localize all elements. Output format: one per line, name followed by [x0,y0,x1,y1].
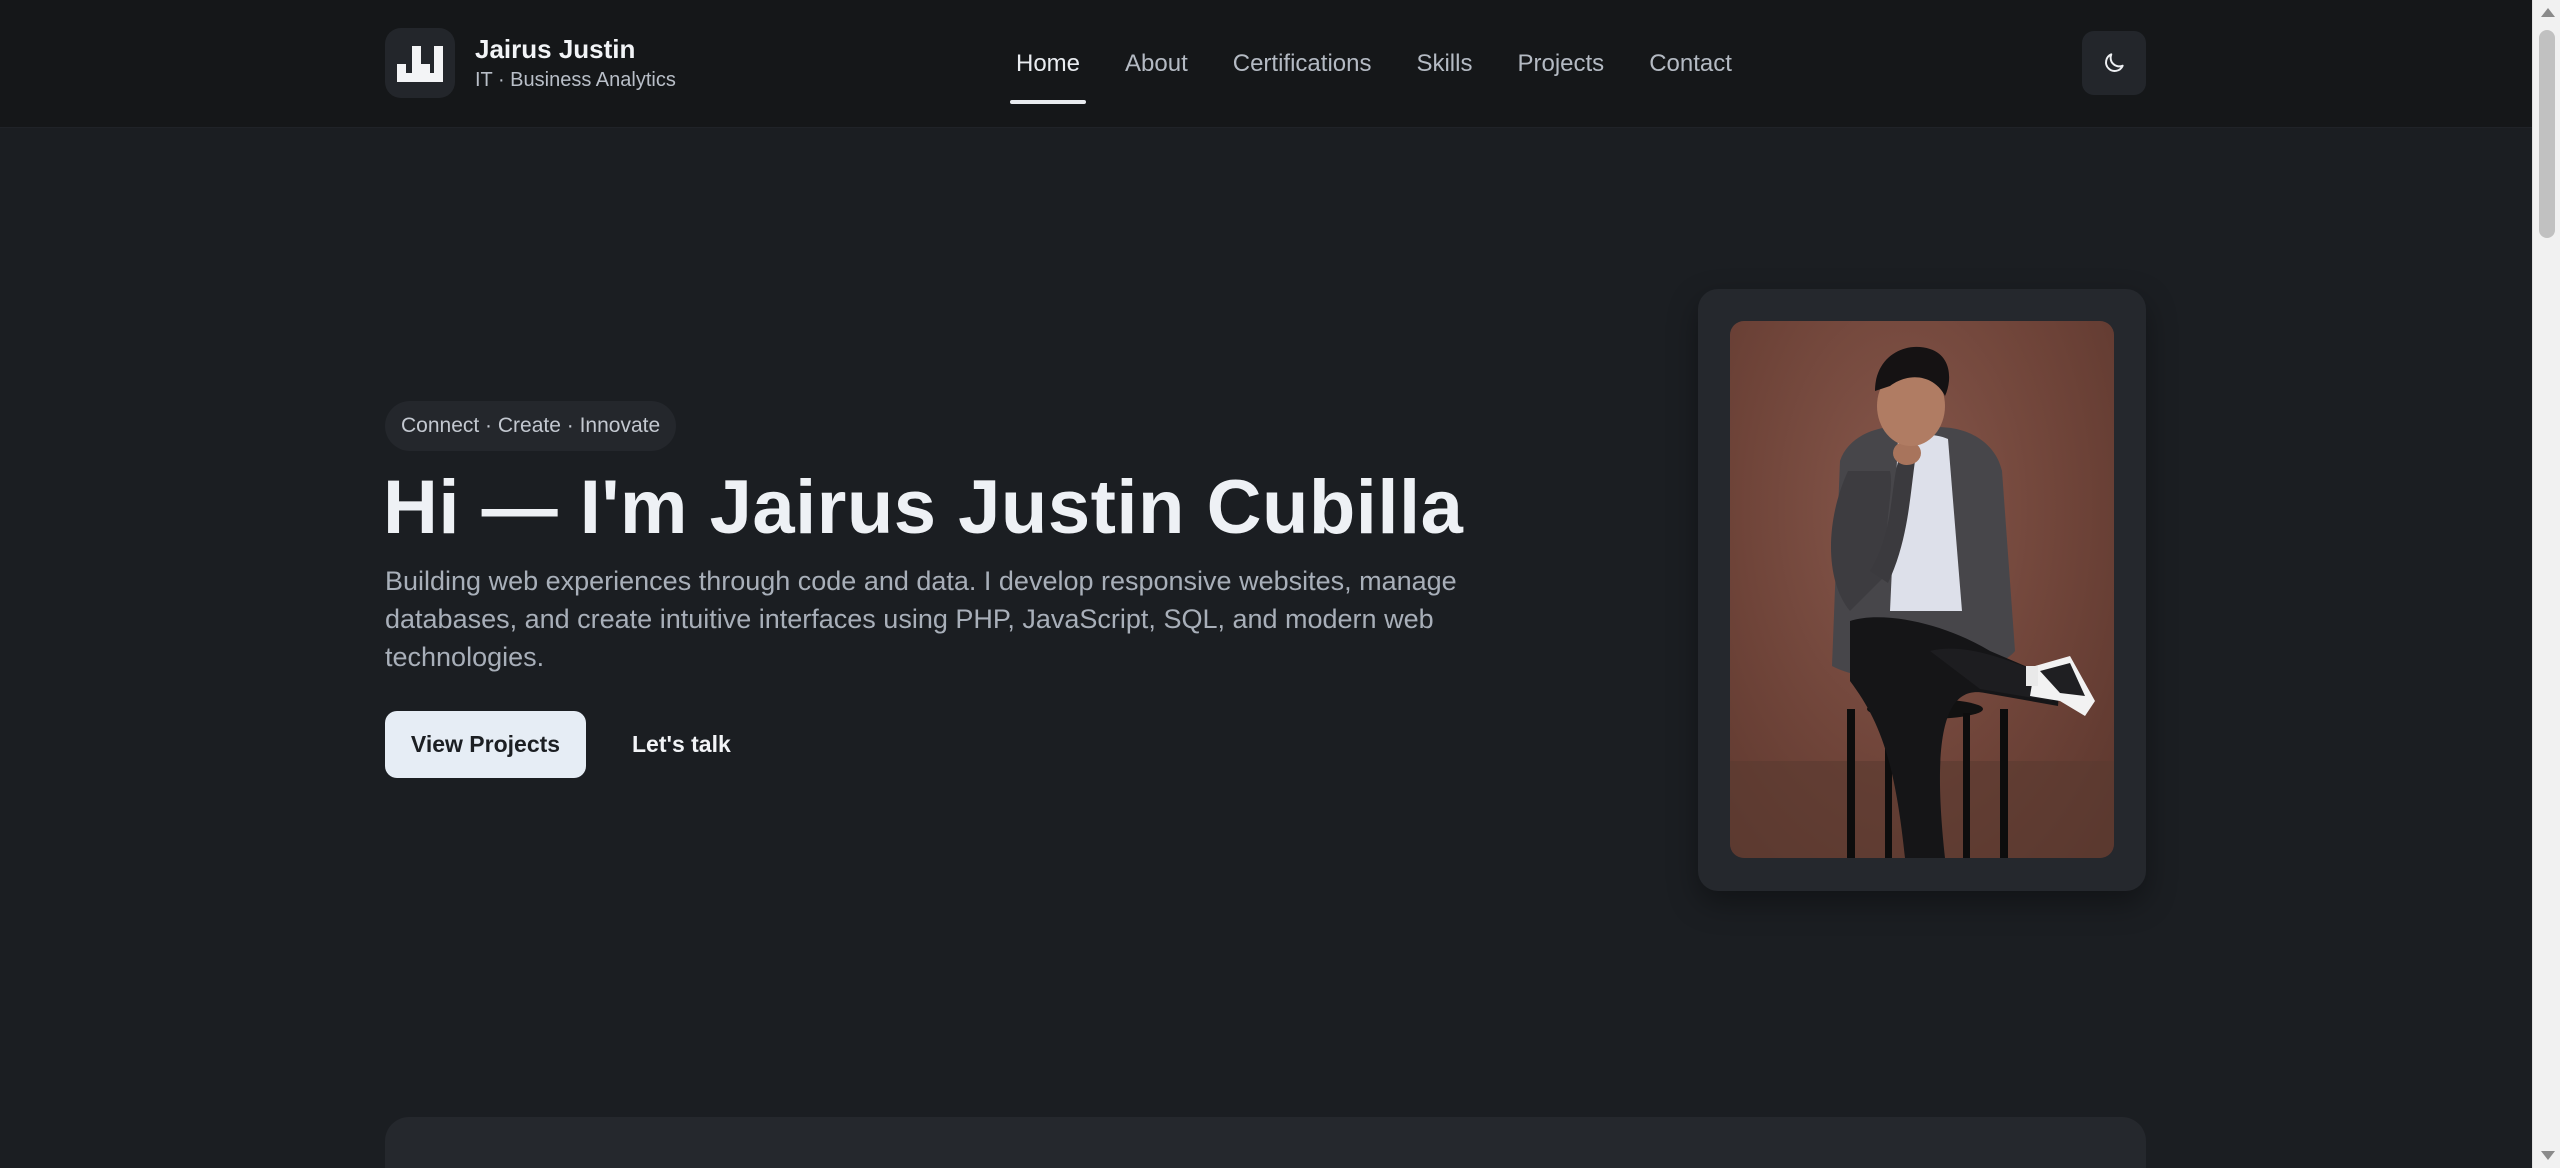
brand-subtitle: IT · Business Analytics [475,69,676,91]
scroll-up-arrow-icon[interactable] [2541,8,2555,17]
lets-talk-button[interactable]: Let's talk [610,711,753,778]
nav-home[interactable]: Home [1009,0,1087,128]
view-projects-button[interactable]: View Projects [385,711,586,778]
brand-name: Jairus Justin [475,34,636,64]
moon-icon [2105,53,2124,72]
hero-description: Building web experiences through code an… [385,566,1457,672]
nav-skills[interactable]: Skills [1416,0,1472,128]
nav-contact[interactable]: Contact [1649,0,1732,128]
brand-text: Jairus Justin IT · Business Analytics [475,33,676,93]
brand[interactable]: Jairus Justin IT · Business Analytics [385,28,676,98]
page: Jairus Justin IT · Business Analytics Ho… [0,0,2532,1168]
nav-projects[interactable]: Projects [1517,0,1604,128]
next-section-card [385,1117,2146,1168]
jj-monogram-icon [385,28,455,98]
hero-tagline: Connect · Create · Innovate [385,401,677,451]
theme-toggle-button[interactable] [2082,31,2146,95]
scrollbar-thumb[interactable] [2539,30,2555,238]
hero-title: Hi — I'm Jairus Justin Cubilla [383,465,1464,550]
site-header: Jairus Justin IT · Business Analytics Ho… [0,0,2532,128]
scroll-down-arrow-icon[interactable] [2541,1151,2555,1160]
page-scrollbar[interactable] [2532,0,2560,1168]
nav-about[interactable]: About [1125,0,1188,128]
profile-photo [1730,321,2114,858]
nav-certifications[interactable]: Certifications [1233,0,1372,128]
profile-photo-card [1698,289,2146,891]
main-nav: Home About Certifications Skills Project… [1009,0,1732,128]
